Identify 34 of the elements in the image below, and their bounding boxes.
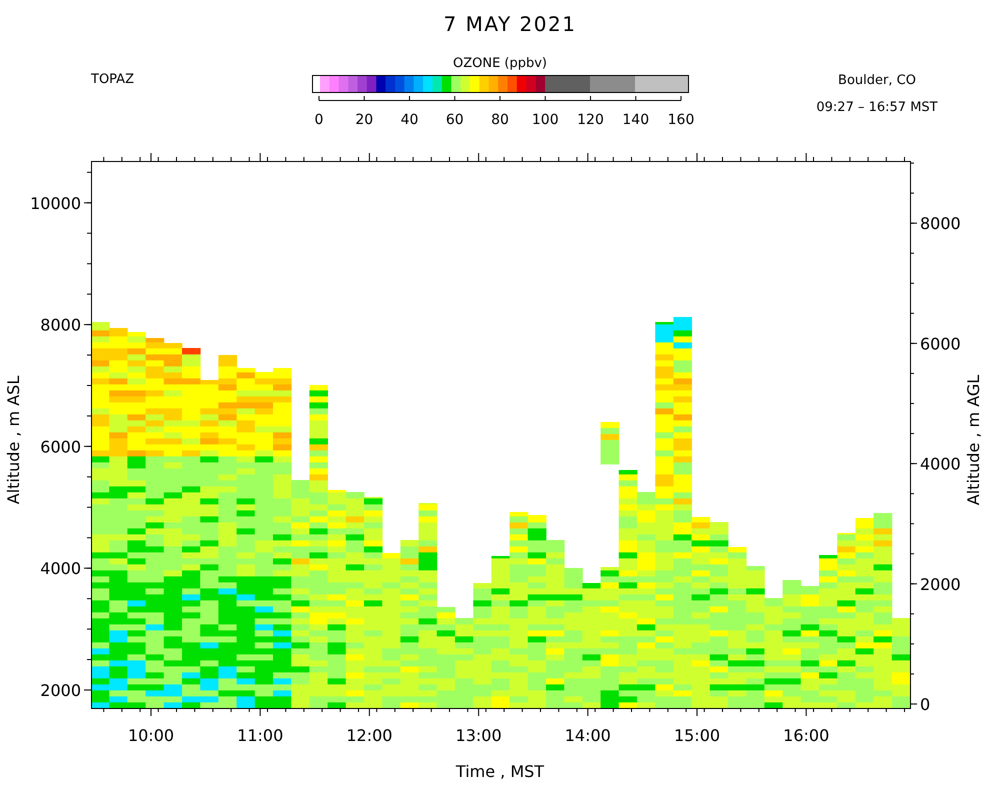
colorbar-tick-label: 100 <box>532 112 559 128</box>
chart-title: 7 MAY 2021 <box>444 12 576 36</box>
y-axis-tick-label: 8000 <box>40 316 81 335</box>
x-axis-tick-label: 10:00 <box>128 726 174 745</box>
colorbar-tick-label: 120 <box>577 112 604 128</box>
x-axis-tick-label: 12:00 <box>346 726 392 745</box>
colorbar-title: OZONE (ppbv) <box>452 56 548 71</box>
x-axis-tick-label: 15:00 <box>674 726 720 745</box>
y-axis-tick-label: 0 <box>920 695 930 714</box>
x-axis-tick-label: 14:00 <box>564 726 611 745</box>
colorbar-tick-label: 20 <box>355 112 374 128</box>
y-axis-label: Altitude , m AGL <box>964 374 983 506</box>
y-axis-tick-label: 8000 <box>920 214 961 234</box>
x-axis-label: Time , MST <box>456 762 544 781</box>
colorbar-tick-label: 160 <box>668 112 694 128</box>
y-axis-tick-label: 2000 <box>40 681 81 700</box>
x-axis-tick-label: 13:00 <box>456 726 502 745</box>
colorbar-tick-label: 0 <box>314 112 324 128</box>
instrument-label: TOPAZ <box>91 72 134 87</box>
y-axis-tick-label: 2000 <box>920 574 961 594</box>
y-axis-tick-label: 6000 <box>920 334 961 354</box>
y-axis-tick-label: 10000 <box>30 194 81 213</box>
y-axis-tick-label: 6000 <box>40 437 81 456</box>
colorbar-tick-label: 80 <box>491 112 509 128</box>
colorbar-tick-label: 60 <box>446 112 464 128</box>
colorbar-tick-label: 140 <box>622 112 650 128</box>
x-axis-tick-label: 11:00 <box>237 726 284 745</box>
time-range-label: 09:27 – 16:57 MST <box>816 100 938 115</box>
x-axis-tick-label: 16:00 <box>783 726 830 745</box>
y-axis-tick-label: 4000 <box>920 454 961 474</box>
colorbar-tick-label: 40 <box>400 112 418 128</box>
location-label: Boulder, CO <box>838 73 916 88</box>
y-axis-label: Altitude , m ASL <box>4 376 23 504</box>
y-axis-tick-label: 4000 <box>40 559 81 578</box>
